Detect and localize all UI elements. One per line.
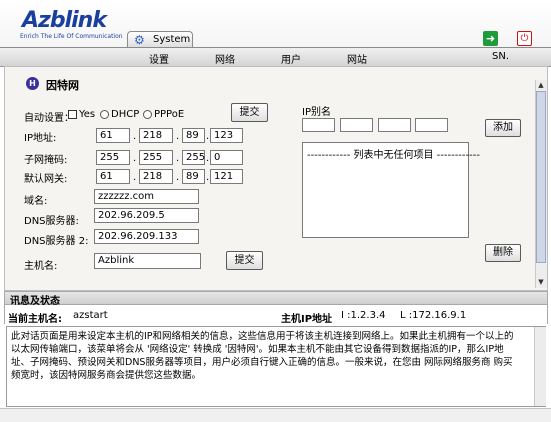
domain-label: 域名:	[24, 196, 48, 207]
menu-website[interactable]: 网站	[347, 51, 367, 66]
hostname-submit-button[interactable]: 提交	[226, 251, 263, 270]
dhcp-label: DHCP	[111, 109, 140, 120]
power-icon: ⏻	[520, 33, 529, 44]
scroll-thumb[interactable]	[536, 91, 546, 263]
menu-network[interactable]: 网络	[215, 51, 235, 66]
add-alias-button[interactable]: 添加	[485, 119, 521, 137]
yes-checkbox[interactable]	[68, 110, 77, 119]
logo: Azblink	[22, 8, 107, 33]
ip-dot: .	[133, 131, 137, 142]
yes-label: Yes	[79, 109, 96, 120]
scroll-down-icon[interactable]: ▼	[536, 277, 546, 287]
mask-dot: .	[176, 153, 180, 164]
section-title: 因特网	[46, 79, 79, 92]
ip-dot: .	[176, 131, 180, 142]
domain-input[interactable]: zzzzzz.com	[94, 189, 199, 204]
mask-octet-4[interactable]: 0	[210, 150, 243, 165]
ip-octet-3[interactable]: 89	[182, 128, 205, 143]
pppoe-label: PPPoE	[154, 109, 185, 120]
alias-octet-3[interactable]	[378, 118, 411, 132]
gateway-octet-3[interactable]: 89	[182, 169, 205, 184]
bottom-bar	[0, 408, 551, 422]
tab-system[interactable]: ⚙ System	[127, 31, 193, 48]
power-button[interactable]: ⏻	[517, 31, 532, 46]
menu-bar: 设置 网络 用户 网站 SN.	[0, 47, 551, 67]
dns1-input[interactable]: 202.96.209.5	[94, 208, 199, 223]
message-text: 此对话页面是用来设定本主机的IP和网络相关的信息，这些信息用于将该主机连接到网络…	[11, 331, 514, 381]
dns2-input[interactable]: 202.96.209.133	[94, 229, 199, 244]
gateway-dot: .	[133, 172, 137, 183]
alias-octet-2[interactable]	[340, 118, 373, 132]
current-host-value: azstart	[73, 310, 108, 321]
scroll-up-icon[interactable]: ▲	[536, 80, 546, 90]
gateway-label: 默认网关:	[24, 174, 68, 185]
alias-empty-text: ------------ 列表中无任何项目 ------------	[307, 150, 480, 161]
mask-dot: .	[206, 153, 210, 164]
gateway-octet-1[interactable]: 61	[96, 169, 130, 184]
alias-list[interactable]: ------------ 列表中无任何项目 ------------	[302, 142, 480, 238]
ip-octet-4[interactable]: 123	[210, 128, 243, 143]
hostname-input[interactable]: Azblink	[94, 253, 201, 269]
mask-dot: .	[133, 153, 137, 164]
gear-icon: ⚙	[134, 33, 145, 47]
mask-octet-3[interactable]: 255	[182, 150, 205, 165]
exit-icon: ➜	[485, 32, 496, 45]
ip-octet-1[interactable]: 61	[96, 128, 130, 143]
host-ip-label: 主机IP地址	[281, 314, 333, 325]
menu-settings[interactable]: 设置	[149, 51, 169, 66]
dhcp-radio[interactable]	[100, 110, 109, 119]
message-box: 此对话页面是用来设定本主机的IP和网络相关的信息，这些信息用于将该主机连接到网络…	[6, 326, 546, 407]
menu-users[interactable]: 用户	[281, 51, 301, 66]
host-ip-i: I :1.2.3.4	[341, 310, 386, 321]
host-ip-l: L :172.16.9.1	[400, 310, 467, 321]
message-scrollbar[interactable]	[534, 327, 546, 406]
gateway-octet-2[interactable]: 218	[139, 169, 173, 184]
auto-submit-button[interactable]: 提交	[231, 103, 268, 122]
alias-octet-1[interactable]	[302, 118, 335, 132]
exit-button[interactable]: ➜	[483, 31, 498, 46]
dns1-label: DNS服务器:	[24, 216, 79, 227]
ip-octet-2[interactable]: 218	[139, 128, 173, 143]
dns2-label: DNS服务器 2:	[24, 236, 89, 247]
mask-label: 子网掩码:	[24, 155, 68, 166]
auto-setting-label: 自动设置：	[24, 113, 74, 124]
tab-system-label: System	[153, 34, 191, 45]
menu-sn[interactable]: SN.	[492, 51, 509, 62]
gateway-dot: .	[176, 172, 180, 183]
pppoe-radio[interactable]	[143, 110, 152, 119]
gateway-octet-4[interactable]: 121	[210, 169, 243, 184]
logo-tagline: Enrich The Life Of Communication	[20, 33, 123, 40]
status-header	[4, 291, 548, 305]
ip-dot: .	[206, 131, 210, 142]
current-host-label: 当前主机名:	[8, 314, 62, 325]
delete-alias-button[interactable]: 删除	[485, 244, 521, 262]
alias-octet-4[interactable]	[415, 118, 448, 132]
hostname-label: 主机名:	[24, 261, 58, 272]
ip-alias-label: IP别名	[302, 107, 331, 118]
gateway-dot: .	[206, 172, 210, 183]
mask-octet-1[interactable]: 255	[96, 150, 130, 165]
ip-label: IP地址:	[24, 133, 57, 144]
internet-icon: H	[26, 77, 39, 90]
mask-octet-2[interactable]: 255	[139, 150, 173, 165]
